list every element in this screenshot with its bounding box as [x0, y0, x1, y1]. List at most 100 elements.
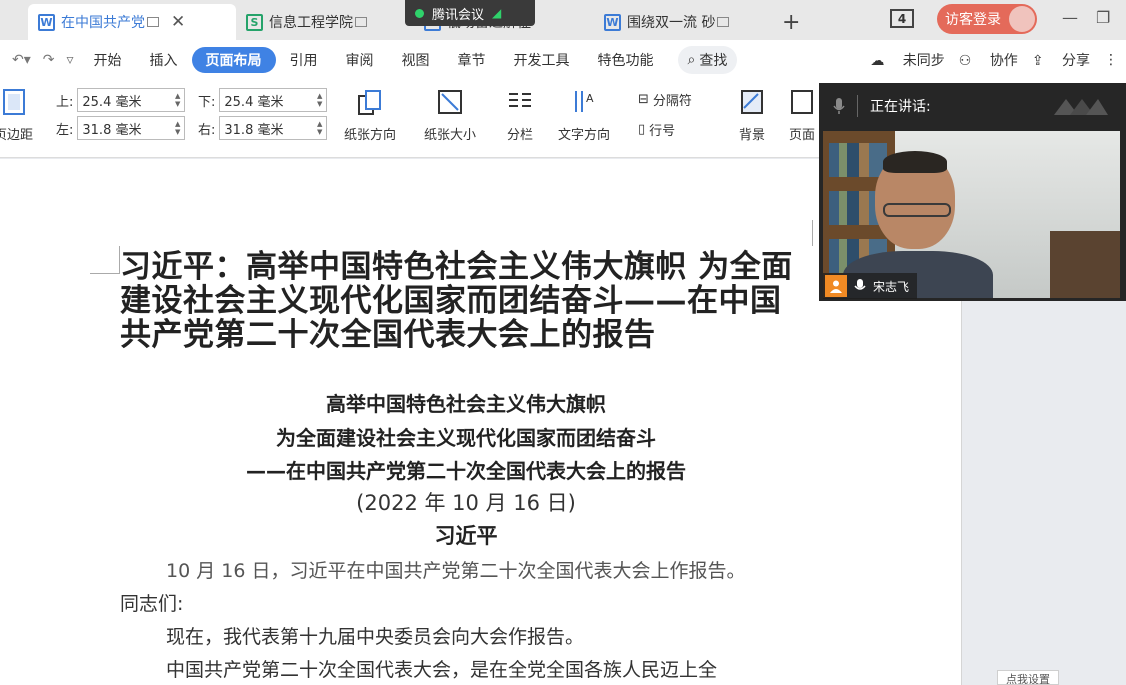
collab-label: 协作: [989, 53, 1018, 69]
document-title[interactable]: 习近平：高举中国特色社会主义伟大旗帜 为全面建设社会主义现代化国家而团结奋斗——…: [120, 250, 810, 352]
menu-page-layout[interactable]: 页面布局: [191, 47, 276, 73]
minimize-icon[interactable]: —: [1062, 8, 1078, 27]
menu-features[interactable]: 特色功能: [584, 47, 668, 73]
video-person-hair: [883, 151, 947, 173]
paper-size-button[interactable]: 纸张大小: [424, 88, 476, 143]
meeting-video-panel[interactable]: 正在讲话: 宋志飞: [819, 83, 1126, 301]
report-date[interactable]: (2022 年 10 月 16 日): [120, 487, 812, 517]
margins-label: 页边距: [0, 128, 34, 143]
background-icon: [741, 90, 763, 114]
page-button[interactable]: 页面: [788, 88, 816, 143]
page-label: 页面: [788, 128, 815, 143]
avatar: [1009, 6, 1035, 32]
subtitle-line-1[interactable]: 高举中国特色社会主义伟大旗帜: [120, 388, 812, 417]
margin-left-row: 左: 31.8 毫米 ▲ ▼: [56, 116, 186, 140]
spinner-icon[interactable]: ▲ ▼: [317, 120, 322, 136]
restore-icon[interactable]: ❐: [1096, 8, 1110, 27]
page-icon: [791, 90, 813, 114]
tab-document-2[interactable]: S 信息工程学院: [236, 4, 414, 40]
search-icon: ⌕: [687, 52, 696, 68]
customize-icon[interactable]: ▿: [61, 52, 80, 68]
tab-document-4[interactable]: W 围绕双一流 砂: [594, 4, 764, 40]
margin-corner-marker: [90, 246, 120, 274]
settings-hint-button[interactable]: 点我设置: [997, 670, 1059, 685]
background-button[interactable]: 背景: [738, 88, 766, 143]
signal-icon: ◢: [492, 6, 502, 20]
subtitle-line-2[interactable]: 为全面建设社会主义现代化国家而团结奋斗: [120, 422, 812, 451]
window-icon: [355, 17, 367, 27]
participant-avatar-icon: [825, 275, 847, 297]
paragraph-salutation[interactable]: 同志们:: [120, 589, 183, 616]
line-number-label: 行号: [649, 124, 676, 139]
participant-name: 宋志飞: [873, 279, 910, 294]
margin-left-value: 31.8 毫米: [82, 122, 142, 138]
svg-text:A: A: [586, 92, 594, 105]
margin-left-label: 左:: [56, 122, 74, 138]
redo-icon[interactable]: ↷: [37, 52, 61, 68]
tab-count-badge[interactable]: 4: [890, 9, 914, 28]
ribbon-menu: ↶▾ ↷ ▿ 开始 插入 页面布局 引用 审阅 视图 章节 开发工具 特色功能 …: [0, 40, 1126, 80]
text-direction-icon: A: [575, 91, 594, 112]
meeting-badge[interactable]: 腾讯会议 ◢: [405, 0, 535, 26]
subtitle-line-3[interactable]: ——在中国共产党第二十次全国代表大会上的报告: [120, 455, 812, 484]
margin-bottom-label: 下:: [198, 94, 216, 110]
participant-name-tag: 宋志飞: [823, 273, 918, 299]
paragraph-intro[interactable]: 10 月 16 日，习近平在中国共产党第二十次全国代表大会上作报告。: [166, 556, 745, 583]
writer-doc-icon: W: [604, 13, 621, 31]
margin-bottom-value: 25.4 毫米: [224, 94, 284, 110]
guest-login-button[interactable]: 访客登录: [937, 4, 1037, 34]
paragraph-1[interactable]: 现在，我代表第十九届中央委员会向大会作报告。: [166, 622, 584, 649]
margin-top-input[interactable]: 25.4 毫米 ▲ ▼: [77, 88, 186, 112]
video-person-glasses: [883, 203, 951, 217]
orientation-label: 纸张方向: [344, 128, 397, 143]
paper-size-label: 纸张大小: [424, 128, 477, 143]
meeting-logo-icon: [1054, 99, 1108, 115]
menu-review[interactable]: 审阅: [332, 47, 388, 73]
margin-corner-marker: [812, 220, 813, 246]
margin-top-row: 上: 25.4 毫米 ▲ ▼: [56, 88, 186, 112]
sync-button[interactable]: ☁ 未同步: [870, 50, 944, 70]
margin-bottom-input[interactable]: 25.4 毫米 ▲ ▼: [219, 88, 328, 112]
search-button[interactable]: ⌕ 查找: [677, 46, 738, 74]
margin-left-input[interactable]: 31.8 毫米 ▲ ▼: [77, 116, 186, 140]
margin-right-value: 31.8 毫米: [224, 122, 284, 138]
margin-right-row: 右: 31.8 毫米 ▲ ▼: [198, 116, 328, 140]
spinner-icon[interactable]: ▲ ▼: [175, 92, 180, 108]
menu-references[interactable]: 引用: [276, 47, 332, 73]
share-button[interactable]: ⇪ 分享: [1032, 50, 1090, 70]
paragraph-2[interactable]: 中国共产党第二十次全国代表大会，是在全党全国各族人民迈上全: [166, 655, 717, 682]
sheet-doc-icon: S: [246, 13, 263, 31]
menu-insert[interactable]: 插入: [136, 47, 192, 73]
margin-top-label: 上:: [56, 94, 74, 110]
new-tab-button[interactable]: +: [782, 4, 800, 40]
menu-start[interactable]: 开始: [80, 47, 136, 73]
menu-developer[interactable]: 开发工具: [500, 47, 584, 73]
more-icon[interactable]: ⋮: [1104, 52, 1118, 68]
report-author[interactable]: 习近平: [120, 520, 812, 550]
window-icon: [717, 17, 730, 27]
menu-view[interactable]: 视图: [388, 47, 444, 73]
tab-document-1[interactable]: W 在中国共产党 ✕: [28, 4, 236, 40]
writer-doc-icon: W: [38, 13, 55, 31]
undo-icon[interactable]: ↶▾: [6, 52, 37, 68]
speaking-label: 正在讲话:: [870, 99, 931, 115]
spinner-icon[interactable]: ▲ ▼: [175, 120, 180, 136]
window-icon: [147, 17, 159, 27]
close-icon[interactable]: ✕: [171, 12, 185, 32]
separator-icon: ⊟: [638, 92, 649, 107]
meeting-badge-label: 腾讯会议: [432, 7, 485, 23]
line-number-icon: ▯: [638, 122, 646, 137]
separator-label: 分隔符: [652, 94, 692, 109]
separator-button[interactable]: ⊟ 分隔符: [638, 90, 692, 109]
text-direction-button[interactable]: A 文字方向: [558, 88, 610, 143]
spinner-icon[interactable]: ▲ ▼: [317, 92, 322, 108]
margin-right-input[interactable]: 31.8 毫米 ▲ ▼: [219, 116, 328, 140]
columns-button[interactable]: 分栏: [506, 88, 534, 143]
line-number-button[interactable]: ▯ 行号: [638, 120, 675, 139]
background-label: 背景: [738, 128, 765, 143]
search-label: 查找: [699, 53, 728, 69]
orientation-button[interactable]: 纸张方向: [344, 88, 396, 143]
collab-button[interactable]: ⚇ 协作: [959, 50, 1018, 70]
margins-button[interactable]: 页边距: [0, 88, 33, 143]
menu-chapter[interactable]: 章节: [444, 47, 500, 73]
